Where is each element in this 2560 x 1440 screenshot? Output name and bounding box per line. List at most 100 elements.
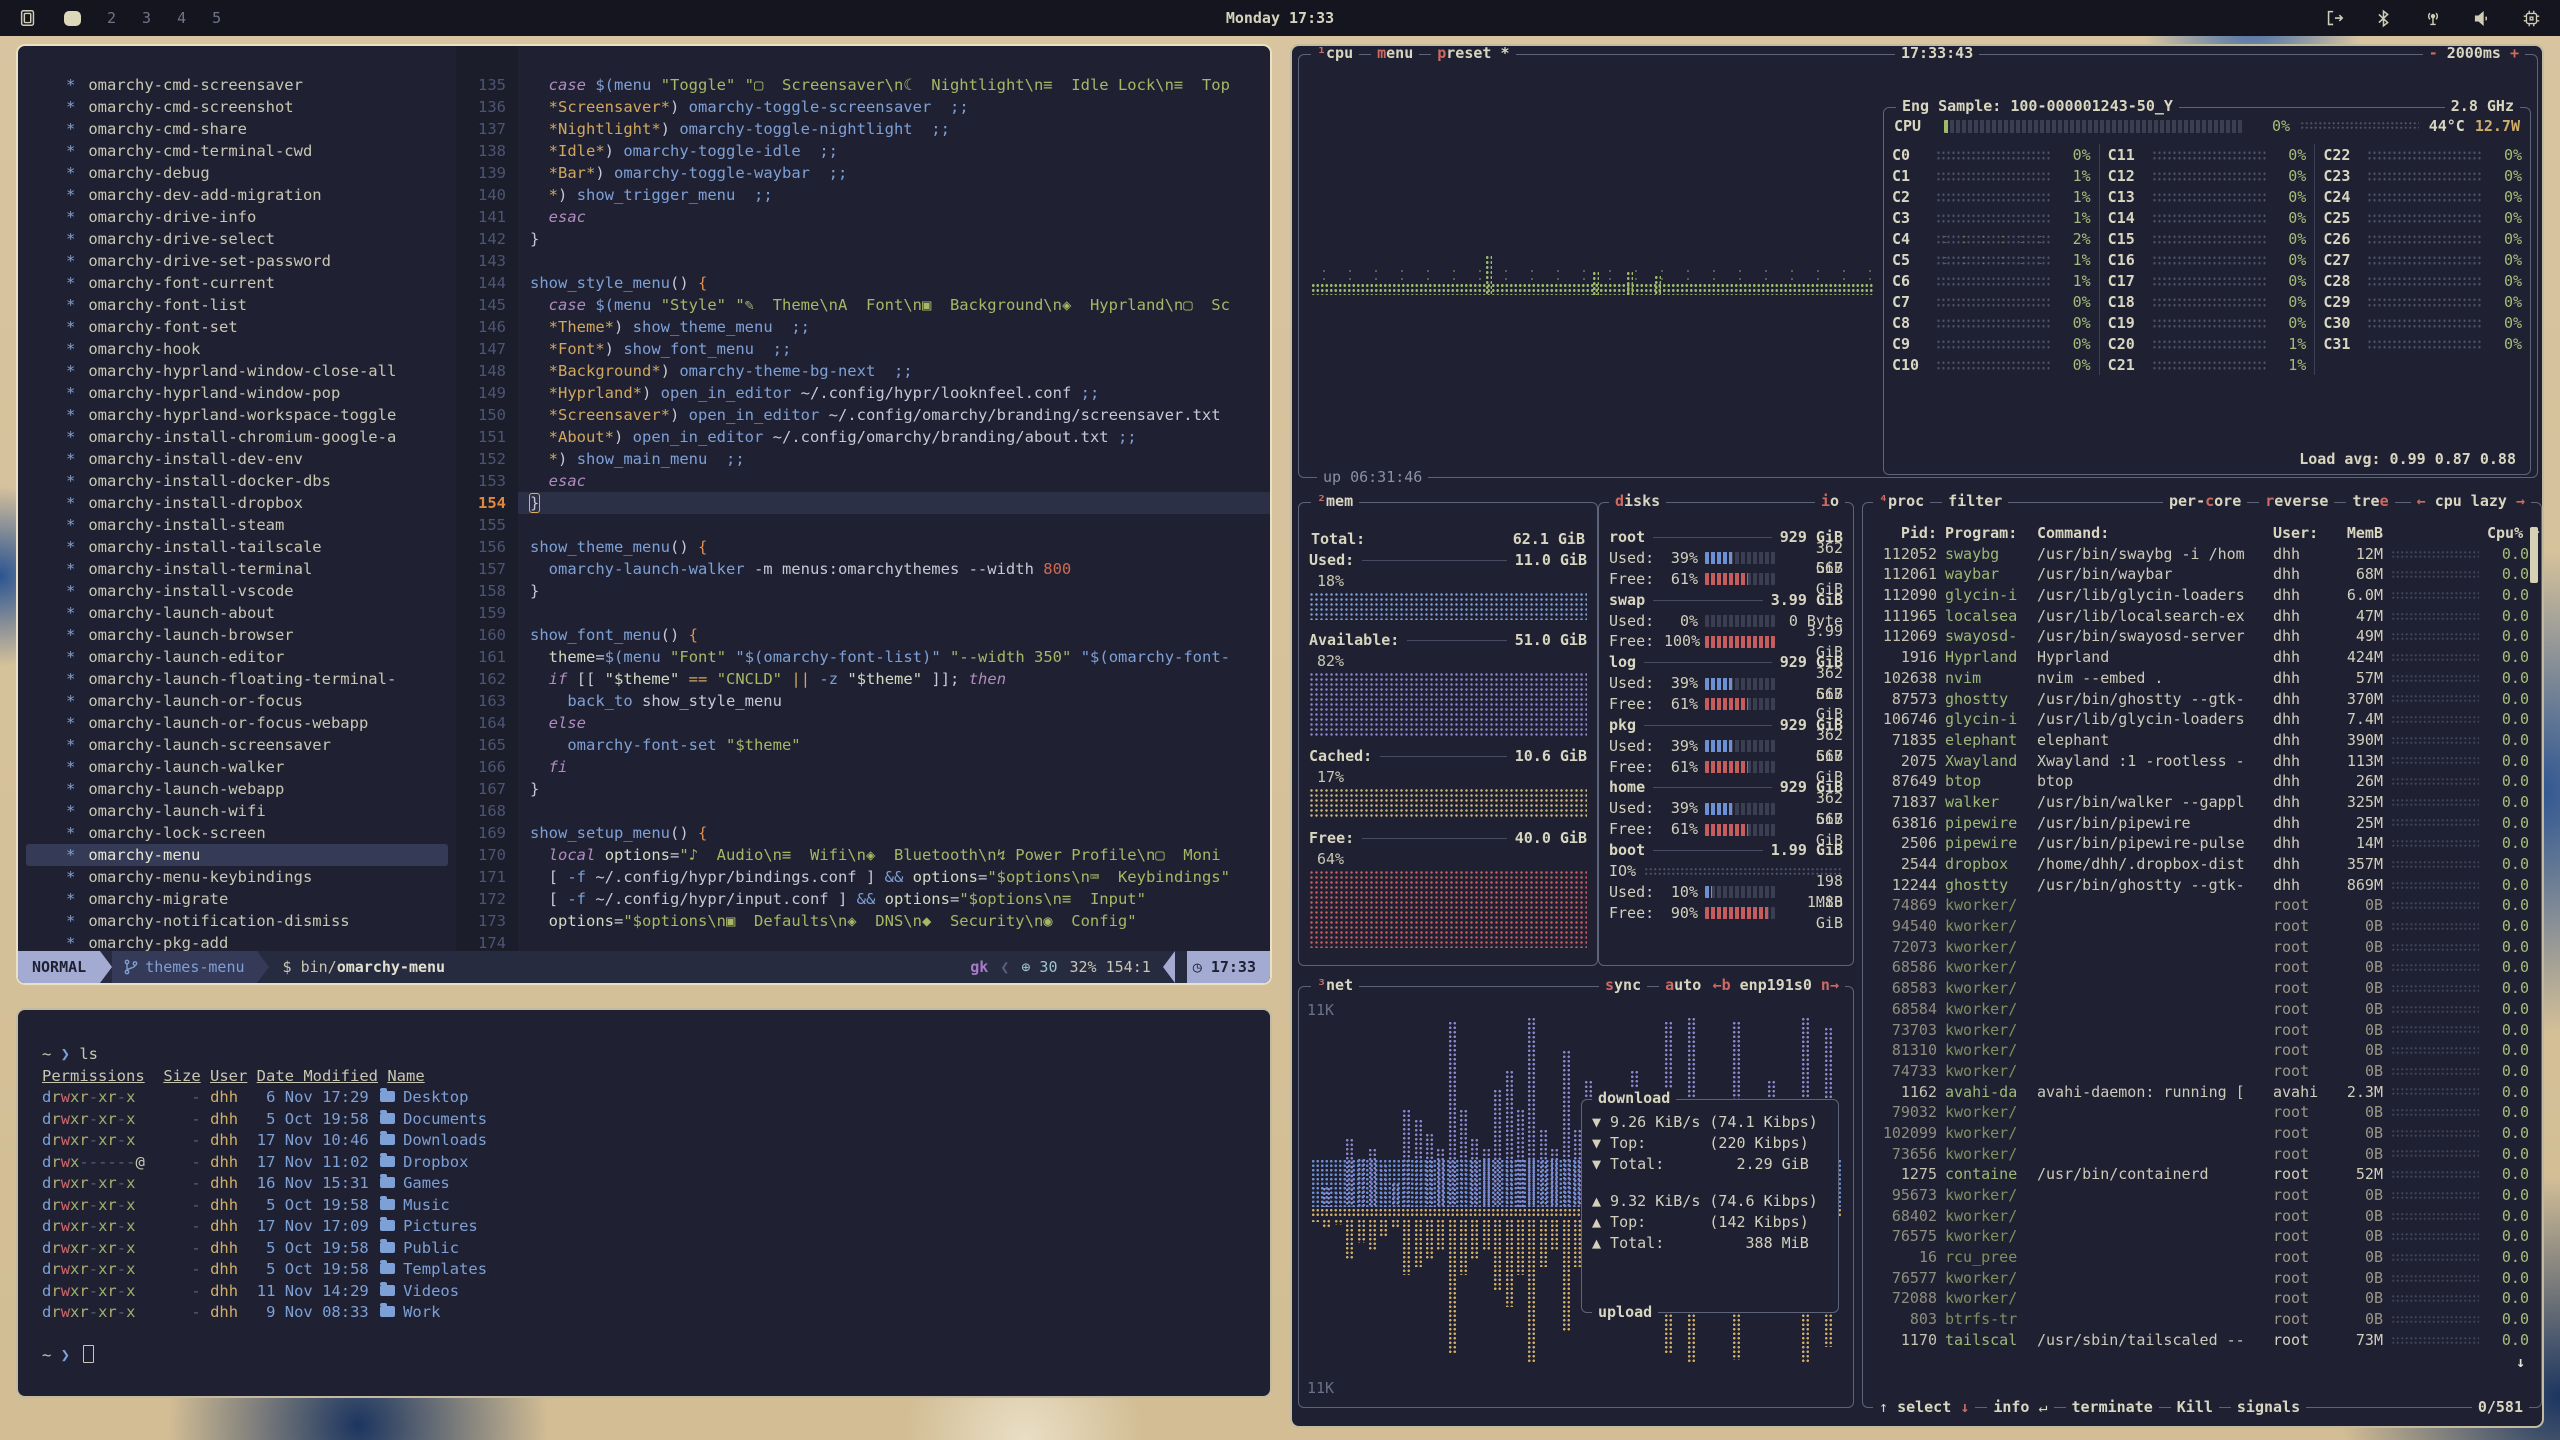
proc-row[interactable]: 79032kworker/root0B0.0	[1863, 1102, 2541, 1123]
proc-row[interactable]: 87573ghostty/usr/bin/ghostty --gtk-dhh37…	[1863, 689, 2541, 710]
proc-row[interactable]: 95673kworker/root0B0.0	[1863, 1185, 2541, 1206]
chip[interactable]: auto	[1659, 975, 1707, 996]
proc-row[interactable]: 1170tailscal/usr/sbin/tailscaled --root7…	[1863, 1330, 2541, 1351]
proc-row[interactable]: 76577kworker/root0B0.0	[1863, 1268, 2541, 1289]
chip[interactable]: ← cpu lazy →	[2411, 491, 2531, 512]
file-row[interactable]: *omarchy-cmd-terminal-cwd	[26, 140, 448, 162]
file-row[interactable]: *omarchy-hyprland-window-close-all	[26, 360, 448, 382]
proc-row[interactable]: 68584kworker/root0B0.0	[1863, 999, 2541, 1020]
proc-row[interactable]: 71837walker/usr/bin/walker --gappldhh325…	[1863, 792, 2541, 813]
file-row[interactable]: *omarchy-cmd-screensaver	[26, 74, 448, 96]
file-row[interactable]: *omarchy-install-chromium-google-a	[26, 426, 448, 448]
proc-row[interactable]: 73656kworker/root0B0.0	[1863, 1144, 2541, 1165]
chip[interactable]: disks	[1609, 491, 1666, 512]
chip[interactable]: 17:33:43	[1895, 44, 1979, 64]
chip[interactable]: io	[1815, 491, 1845, 512]
chip[interactable]: signals	[2231, 1397, 2306, 1418]
chip[interactable]: ⁴proc	[1873, 491, 1930, 512]
chip[interactable]: Eng Sample: 100-000001243-50_Y	[1896, 96, 2179, 117]
chip[interactable]: filter	[1942, 491, 2008, 512]
file-row[interactable]: *omarchy-install-terminal	[26, 558, 448, 580]
proc-row[interactable]: 74869kworker/root0B0.0	[1863, 895, 2541, 916]
proc-row[interactable]: 68586kworker/root0B0.0	[1863, 957, 2541, 978]
proc-row[interactable]: 111965localsea/usr/lib/localsearch-exdhh…	[1863, 606, 2541, 627]
file-row[interactable]: *omarchy-menu-keybindings	[26, 866, 448, 888]
chip[interactable]: Kill	[2171, 1397, 2219, 1418]
proc-row[interactable]: 87649btopbtopdhh26M0.0	[1863, 771, 2541, 792]
proc-row[interactable]: 102099kworker/root0B0.0	[1863, 1123, 2541, 1144]
file-row[interactable]: *omarchy-launch-screensaver	[26, 734, 448, 756]
chip[interactable]: up 06:31:46	[1317, 467, 1428, 488]
file-row[interactable]: *omarchy-install-dev-env	[26, 448, 448, 470]
proc-row[interactable]: 102638nvimnvim --embed .dhh57M0.0	[1863, 668, 2541, 689]
file-row[interactable]: *omarchy-font-current	[26, 272, 448, 294]
process-list[interactable]: 112052swaybg/usr/bin/swaybg -i /homdhh12…	[1863, 544, 2541, 1351]
file-row[interactable]: *omarchy-menu	[26, 844, 448, 866]
file-row[interactable]: *omarchy-launch-webapp	[26, 778, 448, 800]
file-row[interactable]: *omarchy-font-set	[26, 316, 448, 338]
proc-row[interactable]: 16rcu_preeroot0B0.0	[1863, 1247, 2541, 1268]
proc-row[interactable]: 112052swaybg/usr/bin/swaybg -i /homdhh12…	[1863, 544, 2541, 565]
chip[interactable]: menu	[1371, 44, 1419, 64]
file-row[interactable]: *omarchy-launch-or-focus	[26, 690, 448, 712]
file-row[interactable]: *omarchy-launch-or-focus-webapp	[26, 712, 448, 734]
file-tree[interactable]: *omarchy-cmd-screensaver*omarchy-cmd-scr…	[18, 46, 456, 951]
chip[interactable]: ¹cpu	[1311, 44, 1359, 64]
file-row[interactable]: *omarchy-debug	[26, 162, 448, 184]
chip[interactable]: ²mem	[1311, 491, 1359, 512]
prompt-line-current[interactable]: ~ ❯	[42, 1345, 1270, 1367]
proc-row[interactable]: 71835elephantelephantdhh390M0.0	[1863, 730, 2541, 751]
file-row[interactable]: *omarchy-hyprland-workspace-toggle	[26, 404, 448, 426]
proc-row[interactable]: 81310kworker/root0B0.0	[1863, 1040, 2541, 1061]
file-row[interactable]: *omarchy-cmd-screenshot	[26, 96, 448, 118]
file-row[interactable]: *omarchy-drive-info	[26, 206, 448, 228]
file-row[interactable]: *omarchy-install-dropbox	[26, 492, 448, 514]
proc-row[interactable]: 72073kworker/root0B0.0	[1863, 937, 2541, 958]
proc-row[interactable]: 12244ghostty/usr/bin/ghostty --gtk-dhh86…	[1863, 875, 2541, 896]
system-monitor-window[interactable]: ¹cpumenupreset * 17:33:43 - 2000ms + up …	[1290, 44, 2544, 1428]
file-row[interactable]: *omarchy-drive-set-password	[26, 250, 448, 272]
chip[interactable]: download	[1592, 1088, 1676, 1109]
proc-row[interactable]: 803btrfs-trroot0B0.0	[1863, 1309, 2541, 1330]
chip[interactable]: preset *	[1431, 44, 1515, 64]
proc-row[interactable]: 68402kworker/root0B0.0	[1863, 1206, 2541, 1227]
file-row[interactable]: *omarchy-install-steam	[26, 514, 448, 536]
chip[interactable]: reverse	[2259, 491, 2334, 512]
proc-row[interactable]: 76575kworker/root0B0.0	[1863, 1226, 2541, 1247]
file-row[interactable]: *omarchy-lock-screen	[26, 822, 448, 844]
proc-row[interactable]: 2506pipewire/usr/bin/pipewire-pulsedhh14…	[1863, 833, 2541, 854]
scrollbar-thumb[interactable]	[2530, 527, 2538, 583]
chip[interactable]: info ↵	[1987, 1397, 2053, 1418]
proc-row[interactable]: 112069swayosd-/usr/bin/swayosd-serverdhh…	[1863, 626, 2541, 647]
file-row[interactable]: *omarchy-install-tailscale	[26, 536, 448, 558]
chip[interactable]: tree	[2346, 491, 2394, 512]
chip[interactable]: terminate	[2066, 1397, 2159, 1418]
proc-row[interactable]: 112090glycin-i/usr/lib/glycin-loadersdhh…	[1863, 585, 2541, 606]
file-row[interactable]: *omarchy-launch-walker	[26, 756, 448, 778]
file-row[interactable]: *omarchy-launch-floating-terminal-	[26, 668, 448, 690]
chip[interactable]: ³net	[1311, 975, 1359, 996]
file-row[interactable]: *omarchy-drive-select	[26, 228, 448, 250]
file-row[interactable]: *omarchy-launch-wifi	[26, 800, 448, 822]
proc-row[interactable]: 68583kworker/root0B0.0	[1863, 978, 2541, 999]
chip[interactable]: ↑ select ↓	[1873, 1397, 1975, 1418]
proc-row[interactable]: 1162avahi-daavahi-daemon: running [avahi…	[1863, 1082, 2541, 1103]
proc-row[interactable]: 72088kworker/root0B0.0	[1863, 1288, 2541, 1309]
proc-row[interactable]: 63816pipewire/usr/bin/pipewiredhh25M0.0	[1863, 813, 2541, 834]
chip[interactable]: 2.8 GHz	[2445, 96, 2520, 117]
terminal-window[interactable]: ~ ❯ ls Permissions Size User Date Modifi…	[16, 1008, 1272, 1398]
file-row[interactable]: *omarchy-launch-browser	[26, 624, 448, 646]
chip[interactable]: sync	[1599, 975, 1647, 996]
proc-row[interactable]: 1916HyprlandHyprlanddhh424M0.0	[1863, 647, 2541, 668]
proc-row[interactable]: 94540kworker/root0B0.0	[1863, 916, 2541, 937]
file-row[interactable]: *omarchy-migrate	[26, 888, 448, 910]
file-row[interactable]: *omarchy-cmd-share	[26, 118, 448, 140]
editor-window[interactable]: *omarchy-cmd-screensaver*omarchy-cmd-scr…	[16, 44, 1272, 985]
file-row[interactable]: *omarchy-notification-dismiss	[26, 910, 448, 932]
file-row[interactable]: *omarchy-hook	[26, 338, 448, 360]
proc-row[interactable]: 2075XwaylandXwayland :1 -rootless -dhh11…	[1863, 751, 2541, 772]
proc-row[interactable]: 112061waybar/usr/bin/waybardhh68M0.0	[1863, 564, 2541, 585]
file-row[interactable]: *omarchy-hyprland-window-pop	[26, 382, 448, 404]
proc-row[interactable]: 74733kworker/root0B0.0	[1863, 1061, 2541, 1082]
file-row[interactable]: *omarchy-install-docker-dbs	[26, 470, 448, 492]
